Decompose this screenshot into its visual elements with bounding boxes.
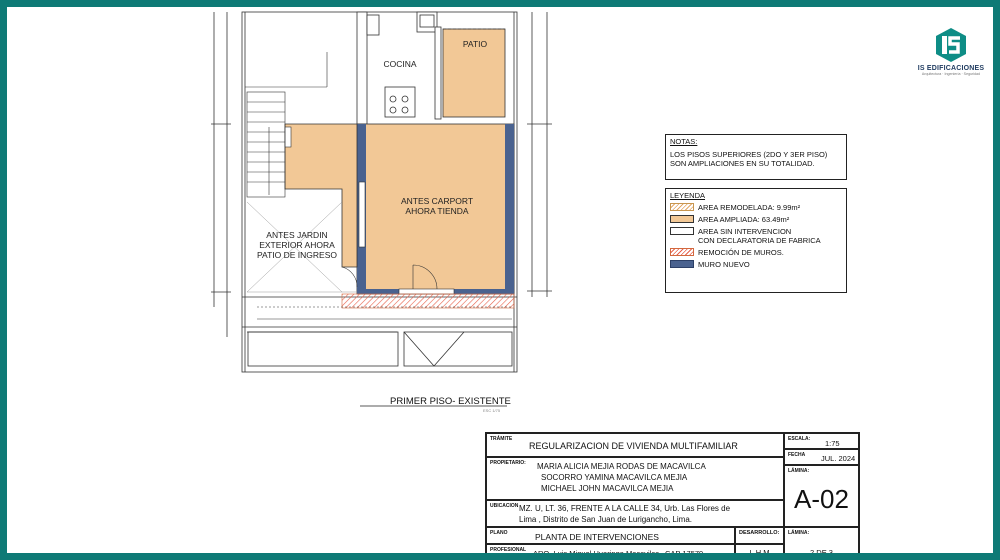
sheet-frame: COCINA PATIO ANTES CARPORT AHORA TIENDA … [0,0,1000,560]
legend-label: MURO NUEVO [698,260,750,269]
notes-title: NOTAS: [670,137,698,146]
legend-label: REMOCIÓN DE MUROS. [698,248,784,257]
legend-swatch-remocion [670,248,694,256]
title-block: TRÁMITE REGULARIZACION DE VIVIENDA MULTI… [485,432,860,558]
propietario-caption: PROPIETARIO: [490,460,526,466]
legend-box: LEYENDA AREA REMODELADA: 9.99m² AREA AMP… [665,188,847,293]
desarrollo-cell: DESARROLLO: [735,527,784,544]
room-label-tienda-1: ANTES CARPORT [401,196,473,206]
cap-value: CAP 17579 [665,549,704,558]
logo-name: IS EDIFICACIONES [917,65,985,72]
propietario-value: MARIA ALICIA MEJIA RODAS DE MACAVILCA [537,462,706,471]
desarrollo-value: L.H.M [749,548,770,557]
notes-line: SON AMPLIACIONES EN SU TOTALIDAD. [670,159,815,168]
ubicacion-value: Lima , Distrito de San Juan de Luriganch… [519,515,692,524]
tramite-caption: TRÁMITE [490,436,513,442]
notes-box: NOTAS: LOS PISOS SUPERIORES (2DO Y 3ER P… [665,134,847,180]
plano-value: PLANTA DE INTERVENCIONES [535,532,659,542]
profesional-value: ARQ. Luis Miguel Huaringa Macavilca [533,549,660,558]
escala-value: 1:75 [825,439,840,448]
fecha-caption: FECHA [788,452,806,458]
ubicacion-cell: UBICACION MZ. U, LT. 36, FRENTE A LA CAL… [486,500,784,527]
legend-label: AREA AMPLIADA: 63.49m² [698,215,790,224]
fecha-cell: FECHA JUL. 2024 [784,449,859,465]
notes-line: LOS PISOS SUPERIORES (2DO Y 3ER PISO) [670,150,828,159]
room-label-cocina: COCINA [383,59,416,69]
plano-caption: PLANO [490,530,508,536]
desarrollo-caption: DESARROLLO: [739,530,780,536]
legend-item-muro-nuevo: MURO NUEVO [670,260,842,269]
remocion-strip [341,293,515,309]
legend-swatch-sin-intervencion [670,227,694,235]
room-label-tienda-2: AHORA TIENDA [405,206,468,216]
profesional-caption: PROFESIONAL [490,547,527,553]
legend-label: AREA REMODELADA: 9.99m² [698,203,801,212]
propietario-value: MICHAEL JOHN MACAVILCA MEJIA [541,484,674,493]
room-label-jardin-1: ANTES JARDIN [266,230,327,240]
ubicacion-caption: UBICACION [490,503,519,509]
company-logo: IS EDIFICACIONES Arquitectura · Ingenier… [912,27,990,76]
view-title: PRIMER PISO- EXISTENTE [390,396,511,407]
legend-item-ampliada: AREA AMPLIADA: 63.49m² [670,215,842,224]
view-scale: ESC 1/75 [483,408,501,413]
logo-mark-icon [936,28,966,62]
lamina2-value: 2 DE 3 [810,548,833,557]
lamina2-cell: LÁMINA: 2 DE 3 [784,527,859,557]
room-label-patio: PATIO [463,39,488,49]
room-label-jardin-2: EXTERIOR AHORA [259,240,335,250]
desarrollo-value-cell: L.H.M [735,544,784,557]
legend-label: AREA SIN INTERVENCION [698,227,792,236]
logo-tagline: Arquitectura · Ingeniería · Seguridad [921,72,981,76]
lamina-caption: LÁMINA: [788,468,810,474]
legend-label: CON DECLARATORIA DE FABRICA [698,236,821,245]
ubicacion-value: MZ. U, LT. 36, FRENTE A LA CALLE 34, Urb… [519,504,731,513]
escala-cell: ESCALA: 1:75 [784,433,859,449]
propietario-cell: PROPIETARIO: MARIA ALICIA MEJIA RODAS DE… [486,457,784,500]
legend-swatch-ampliada [670,215,694,223]
fecha-value: JUL. 2024 [821,454,856,463]
escala-caption: ESCALA: [788,436,811,442]
legend-title: LEYENDA [670,191,706,200]
legend-swatch-remodelada [670,203,694,211]
legend-item-sin-intervencion: AREA SIN INTERVENCION CON DECLARATORIA D… [670,227,842,245]
profesional-cell: PROFESIONAL ARQ. Luis Miguel Huaringa Ma… [486,544,735,558]
tramite-cell: TRÁMITE REGULARIZACION DE VIVIENDA MULTI… [486,433,784,457]
legend-swatch-muro-nuevo [670,260,694,268]
lamina-value: A-02 [794,484,849,514]
propietario-value: SOCORRO YAMINA MACAVILCA MEJIA [541,473,688,482]
room-label-jardin-3: PATIO DE INGRESO [257,250,337,260]
new-wall-right [505,124,514,294]
legend-item-remocion: REMOCIÓN DE MUROS. [670,248,842,257]
tramite-value: REGULARIZACION DE VIVIENDA MULTIFAMILIAR [529,441,738,451]
legend-item-remodelada: AREA REMODELADA: 9.99m² [670,203,842,212]
lamina2-caption: LÁMINA: [788,530,810,536]
plano-cell: PLANO PLANTA DE INTERVENCIONES [486,527,735,544]
lamina-cell: LÁMINA: A-02 [784,465,859,527]
